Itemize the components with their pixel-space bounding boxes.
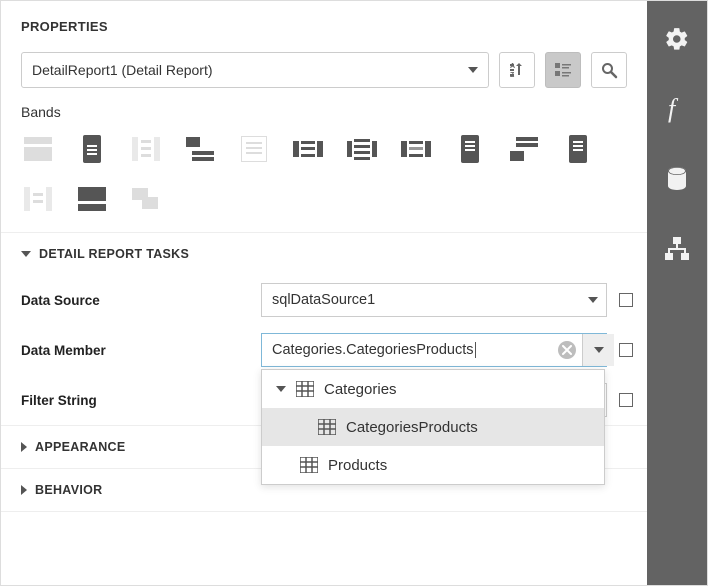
label-data-member: Data Member xyxy=(21,343,261,358)
label-data-source: Data Source xyxy=(21,293,261,308)
function-icon: f xyxy=(665,95,689,123)
chevron-down-icon xyxy=(21,251,31,257)
table-icon xyxy=(300,457,318,473)
tree-icon xyxy=(664,236,690,262)
marker-data-source[interactable] xyxy=(619,293,633,307)
search-button[interactable] xyxy=(591,52,627,88)
properties-panel: PROPERTIES DetailReport1 (Detail Report)… xyxy=(1,1,647,585)
right-sidebar: f xyxy=(647,1,707,585)
row-data-member: Data Member Categories.CategoriesProduct… xyxy=(1,325,647,375)
band-icon-pagefooter[interactable] xyxy=(561,134,595,164)
chevron-right-icon xyxy=(21,485,27,495)
svg-text:Z: Z xyxy=(510,72,515,79)
categorize-icon xyxy=(554,61,572,79)
band-icon-reportfooter[interactable] xyxy=(453,134,487,164)
section-tasks-header[interactable]: DETAIL REPORT TASKS xyxy=(1,232,647,275)
row-data-source: Data Source sqlDataSource1 xyxy=(1,275,647,325)
label-filter-string: Filter String xyxy=(21,393,261,408)
sidebar-expressions[interactable]: f xyxy=(657,89,697,129)
dropdown-toggle[interactable] xyxy=(582,334,614,366)
band-icon-detailreport[interactable] xyxy=(291,134,325,164)
chevron-down-icon xyxy=(588,297,598,303)
tree-item-categoriesproducts[interactable]: CategoriesProducts xyxy=(262,408,604,446)
gear-icon xyxy=(664,26,690,52)
tree-label-categories: Categories xyxy=(324,381,397,398)
clear-button[interactable] xyxy=(558,341,576,359)
band-icon-pageheader[interactable] xyxy=(129,134,163,164)
data-member-dropdown: Categories CategoriesProducts Products xyxy=(261,369,605,485)
band-icon-bottommargin[interactable] xyxy=(75,184,109,214)
tree-label-categoriesproducts: CategoriesProducts xyxy=(346,419,478,436)
chevron-right-icon xyxy=(21,442,27,452)
chevron-down-icon xyxy=(594,347,604,353)
component-selector[interactable]: DetailReport1 (Detail Report) xyxy=(21,52,489,88)
close-icon xyxy=(562,345,572,355)
band-icon-groupfooter[interactable] xyxy=(507,134,541,164)
sort-az-icon: AZ xyxy=(508,61,526,79)
sidebar-datasources[interactable] xyxy=(657,159,697,199)
table-icon xyxy=(296,381,314,397)
band-icon-7[interactable] xyxy=(399,134,433,164)
database-icon xyxy=(665,166,689,192)
search-icon xyxy=(600,61,618,79)
band-icon-11[interactable] xyxy=(21,184,55,214)
bands-grid xyxy=(1,130,641,232)
band-icon-subband[interactable] xyxy=(129,184,163,214)
marker-data-member[interactable] xyxy=(619,343,633,357)
value-data-member: Categories.CategoriesProducts xyxy=(272,342,476,358)
svg-text:A: A xyxy=(510,63,515,70)
sidebar-explorer[interactable] xyxy=(657,229,697,269)
sort-button[interactable]: AZ xyxy=(499,52,535,88)
band-icon-6[interactable] xyxy=(345,134,379,164)
sidebar-settings[interactable] xyxy=(657,19,697,59)
panel-title: PROPERTIES xyxy=(1,1,647,52)
marker-filter-string[interactable] xyxy=(619,393,633,407)
svg-text:f: f xyxy=(668,95,679,123)
chevron-down-icon xyxy=(276,386,286,392)
band-icon-groupheader[interactable] xyxy=(183,134,217,164)
tree-item-categories[interactable]: Categories xyxy=(262,370,604,408)
band-icon-reportheader[interactable] xyxy=(75,134,109,164)
section-behavior-title: BEHAVIOR xyxy=(35,483,102,497)
section-tasks-title: DETAIL REPORT TASKS xyxy=(39,247,189,261)
chevron-down-icon xyxy=(468,67,478,73)
categorize-button[interactable] xyxy=(545,52,581,88)
tree-label-products: Products xyxy=(328,457,387,474)
input-data-source[interactable]: sqlDataSource1 xyxy=(261,283,607,317)
band-icon-detail[interactable] xyxy=(237,134,271,164)
section-appearance-title: APPEARANCE xyxy=(35,440,126,454)
bands-label: Bands xyxy=(1,104,647,130)
tree-item-products[interactable]: Products xyxy=(262,446,604,484)
value-data-source: sqlDataSource1 xyxy=(272,292,375,308)
band-icon-topmargin[interactable] xyxy=(21,134,55,164)
component-selector-text: DetailReport1 (Detail Report) xyxy=(32,62,213,78)
table-icon xyxy=(318,419,336,435)
toolbar: DetailReport1 (Detail Report) AZ xyxy=(1,52,647,104)
input-data-member[interactable]: Categories.CategoriesProducts xyxy=(261,333,607,367)
